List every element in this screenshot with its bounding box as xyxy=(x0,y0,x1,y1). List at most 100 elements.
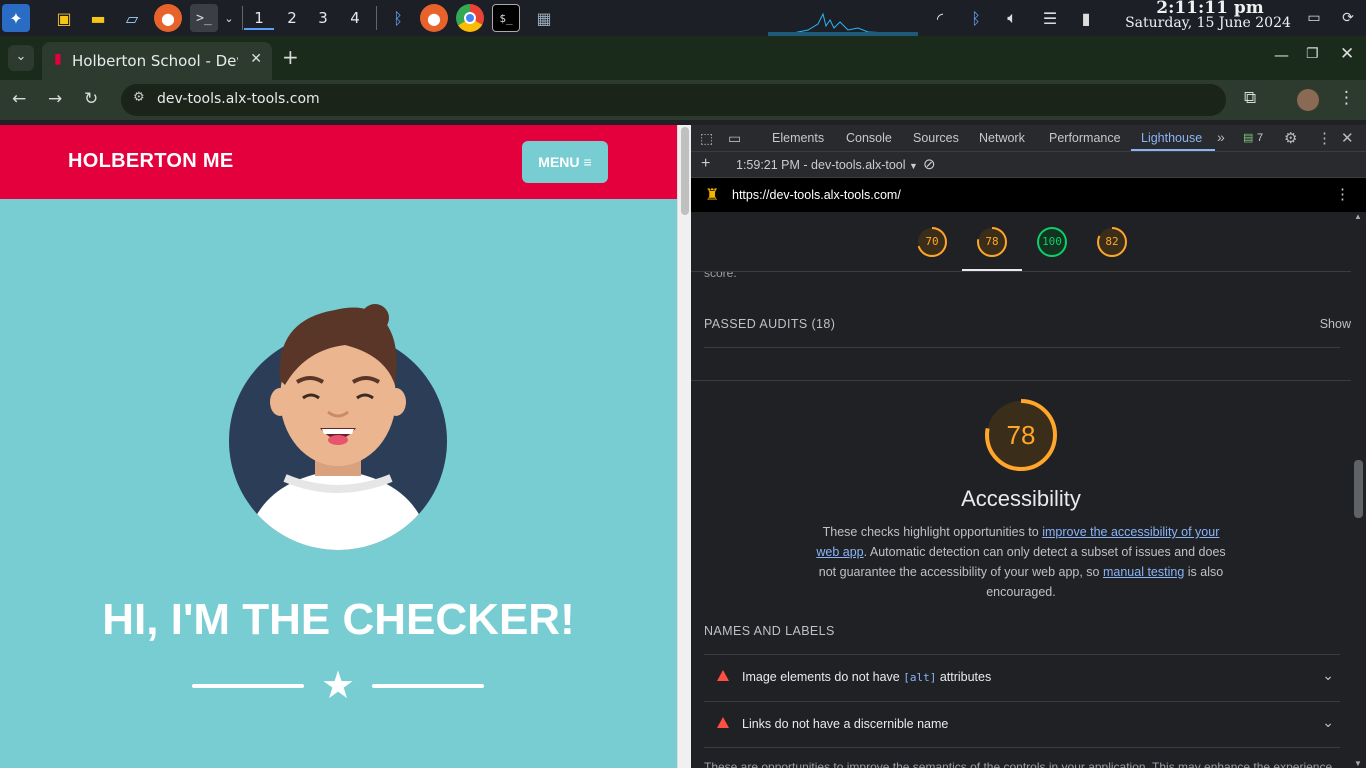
bluetooth-tray-icon[interactable]: ᛒ xyxy=(962,4,990,32)
device-toolbar-icon[interactable]: ▭ xyxy=(728,130,741,147)
reload-button[interactable]: ↻ xyxy=(84,89,98,109)
menu-label: MENU xyxy=(538,154,580,170)
tab-sources[interactable]: Sources xyxy=(913,131,959,145)
address-bar[interactable]: ⚙ dev-tools.alx-tools.com xyxy=(121,84,1226,116)
divider xyxy=(376,6,377,30)
clock-date[interactable]: Saturday, 15 June 2024 xyxy=(1118,15,1298,31)
scroll-up-arrow-icon[interactable]: ▲ xyxy=(1354,212,1362,221)
report-selector[interactable]: 1:59:21 PM - dev-tools.alx-tool ▼ xyxy=(736,158,918,172)
site-info-icon[interactable]: ⚙ xyxy=(133,90,145,105)
manual-testing-link[interactable]: manual testing xyxy=(1103,565,1184,579)
scroll-down-arrow-icon[interactable]: ▼ xyxy=(1354,759,1362,768)
lighthouse-report: score. PASSED AUDITS (18) Show 78 Access… xyxy=(691,272,1351,768)
report-selector-label: 1:59:21 PM - dev-tools.alx-tool xyxy=(736,158,906,172)
lighthouse-subbar: + 1:59:21 PM - dev-tools.alx-tool ▼ ⊘ xyxy=(691,152,1366,178)
report-menu-icon[interactable]: ⋮ xyxy=(1335,185,1350,203)
report-url[interactable]: https://dev-tools.alx-tools.com/ xyxy=(732,188,901,202)
wifi-icon[interactable]: ◜ xyxy=(926,4,954,32)
group-description: These are opportunities to improve the s… xyxy=(704,760,1333,768)
firefox-icon[interactable]: ● xyxy=(154,4,182,32)
audit-title: Links do not have a discernible name xyxy=(742,717,949,731)
menu-button[interactable]: MENU ≡ xyxy=(522,141,608,183)
tab-search-button[interactable]: ⌄ xyxy=(8,45,34,71)
minimize-button[interactable]: — xyxy=(1274,46,1289,64)
bluetooth-icon[interactable]: ᛒ xyxy=(384,4,412,32)
workspace-1[interactable]: 1 xyxy=(244,6,274,30)
issues-icon[interactable]: ▤ xyxy=(1243,131,1253,144)
new-tab-button[interactable]: + xyxy=(282,45,299,69)
close-devtools-icon[interactable]: ✕ xyxy=(1341,129,1354,147)
maximize-button[interactable]: ❐ xyxy=(1306,46,1319,62)
fail-triangle-icon xyxy=(717,717,729,728)
show-passed-button[interactable]: Show xyxy=(1320,317,1351,331)
site-header: HOLBERTON ME MENU ≡ xyxy=(0,125,677,199)
text-editor-icon[interactable]: ▱ xyxy=(118,4,146,32)
workspace-3[interactable]: 3 xyxy=(308,6,338,30)
network-graph xyxy=(768,12,918,36)
workspace-4[interactable]: 4 xyxy=(340,6,370,30)
clear-reports-icon[interactable]: ⊘ xyxy=(923,155,936,173)
inspect-element-icon[interactable]: ⬚ xyxy=(700,130,713,147)
group-title: NAMES AND LABELS xyxy=(704,624,835,638)
tab-lighthouse[interactable]: Lighthouse xyxy=(1141,131,1202,145)
chevron-down-icon[interactable]: ⌄ xyxy=(222,4,236,32)
audit-item-image-alt[interactable]: Image elements do not have [alt] attribu… xyxy=(704,654,1340,700)
devtools-menu-icon[interactable]: ⋮ xyxy=(1317,129,1332,147)
extensions-icon[interactable]: ⧉ xyxy=(1244,88,1256,108)
settings-gear-icon[interactable]: ⚙ xyxy=(1284,129,1297,147)
more-tabs-icon[interactable]: » xyxy=(1217,129,1225,145)
forward-button[interactable]: → xyxy=(48,89,62,109)
devtools-scroll-thumb[interactable] xyxy=(1354,460,1363,518)
tab-network[interactable]: Network xyxy=(979,131,1025,145)
audit-item-link-name[interactable]: Links do not have a discernible name ⌄ xyxy=(704,701,1340,747)
show-desktop-icon[interactable]: ▣ xyxy=(50,4,78,32)
volume-icon[interactable]: 🔈︎ xyxy=(998,4,1026,32)
accessibility-score: 78 xyxy=(1006,420,1036,450)
score-seo: 82 xyxy=(1105,235,1119,248)
devtools-panel: ⬚ ▭ Elements Console Sources Network Per… xyxy=(691,125,1366,768)
tab-console[interactable]: Console xyxy=(846,131,892,145)
tab-elements[interactable]: Elements xyxy=(772,131,824,145)
hamburger-icon: ≡ xyxy=(583,154,592,170)
chevron-down-icon[interactable]: ⌄ xyxy=(1322,714,1334,731)
close-window-button[interactable]: ✕ xyxy=(1340,44,1354,64)
chevron-down-icon[interactable]: ⌄ xyxy=(1322,667,1334,684)
dropdown-arrow-icon: ▼ xyxy=(909,161,918,171)
firefox-window-icon[interactable]: ● xyxy=(420,4,448,32)
back-button[interactable]: ← xyxy=(12,89,26,109)
divider xyxy=(691,380,1351,381)
page-scrollbar[interactable] xyxy=(677,125,691,768)
logout-icon[interactable]: ⟳ xyxy=(1334,4,1362,32)
score-performance: 70 xyxy=(925,235,939,248)
kali-menu-icon[interactable]: ✦ xyxy=(2,4,30,32)
file-manager-icon[interactable]: ▬ xyxy=(84,4,112,32)
passed-audits-heading[interactable]: PASSED AUDITS (18) xyxy=(704,317,835,331)
profile-avatar[interactable] xyxy=(1297,89,1319,111)
tab-performance[interactable]: Performance xyxy=(1049,131,1121,145)
url-text[interactable]: dev-tools.alx-tools.com xyxy=(157,91,320,107)
desc-text-1: These checks highlight opportunities to xyxy=(822,525,1043,539)
terminal-window-icon[interactable]: $_ xyxy=(492,4,520,32)
lighthouse-logo-icon: ♜ xyxy=(705,187,720,204)
issues-count[interactable]: 7 xyxy=(1257,132,1263,144)
workspace-2[interactable]: 2 xyxy=(277,6,307,30)
chrome-window-icon[interactable] xyxy=(456,4,484,32)
page-scroll-thumb[interactable] xyxy=(681,127,689,215)
new-report-icon[interactable]: + xyxy=(701,155,710,173)
image-viewer-icon[interactable]: ▦ xyxy=(530,4,558,32)
tab-holberton[interactable]: ▮ Holberton School - Dev ✕ xyxy=(42,42,272,80)
site-brand[interactable]: HOLBERTON ME xyxy=(68,150,233,173)
devtools-tabbar: ⬚ ▭ Elements Console Sources Network Per… xyxy=(691,125,1366,152)
audit-title: Image elements do not have [alt] attribu… xyxy=(742,670,991,684)
terminal-icon[interactable]: >_ xyxy=(190,4,218,32)
category-title: Accessibility xyxy=(961,486,1081,511)
tab-close-icon[interactable]: ✕ xyxy=(250,51,262,67)
notifications-icon[interactable]: ☰ xyxy=(1036,4,1064,32)
browser-menu-icon[interactable]: ⋮ xyxy=(1338,88,1355,108)
battery-icon[interactable]: ▮ xyxy=(1072,4,1100,32)
active-tab-indicator xyxy=(1131,149,1215,151)
devtools-scrollbar[interactable]: ▲ ▼ xyxy=(1351,212,1366,768)
avatar xyxy=(229,304,447,550)
selected-gauge-indicator xyxy=(962,269,1022,271)
screen-icon[interactable]: ▭ xyxy=(1300,4,1328,32)
